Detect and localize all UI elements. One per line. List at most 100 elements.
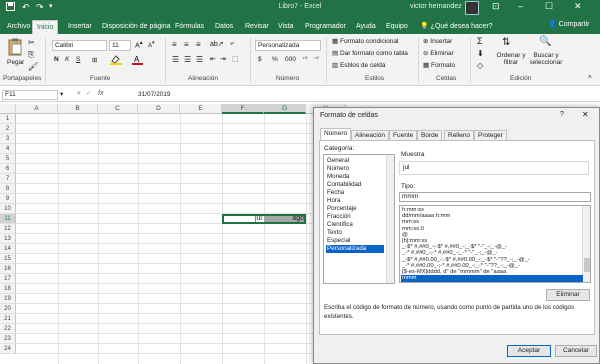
- category-scrollbar[interactable]: [386, 155, 394, 283]
- row-header-17[interactable]: 17: [0, 274, 16, 284]
- font-size-box[interactable]: 11: [109, 40, 131, 51]
- tab-revisar[interactable]: Revisar: [241, 20, 273, 34]
- decrease-font-icon[interactable]: A▾: [148, 40, 155, 49]
- type-input[interactable]: mmm: [399, 192, 591, 202]
- align-center-icon[interactable]: ☰: [184, 55, 191, 64]
- row-header-3[interactable]: 3: [0, 134, 16, 144]
- row-header-14[interactable]: 14: [0, 244, 16, 254]
- format-as-table-button[interactable]: ▤ Dar formato como tabla: [332, 49, 408, 57]
- delete-cells-button[interactable]: ⊖ Eliminar: [423, 49, 454, 57]
- cell-styles-button[interactable]: ▥ Estilos de celda: [332, 61, 386, 69]
- borders-icon[interactable]: ⊞: [92, 56, 97, 64]
- wrap-text-icon[interactable]: ⤶: [230, 40, 234, 48]
- minimize-icon[interactable]: –: [518, 1, 523, 11]
- align-top-icon[interactable]: ≡: [172, 40, 177, 49]
- formula-input[interactable]: 31/07/2019: [138, 91, 171, 98]
- category-item[interactable]: Texto: [326, 229, 384, 237]
- cut-icon[interactable]: ✂: [28, 38, 35, 47]
- underline-button[interactable]: S: [76, 56, 80, 63]
- sort-filter-icon[interactable]: ⇅: [502, 37, 510, 48]
- column-header-b[interactable]: B: [58, 104, 98, 114]
- insert-function-icon[interactable]: fx: [98, 90, 103, 97]
- row-header-15[interactable]: 15: [0, 254, 16, 264]
- ribbon-display-icon[interactable]: ⊡: [492, 1, 500, 12]
- cancel-entry-icon[interactable]: ✕: [76, 89, 81, 97]
- row-header-20[interactable]: 20: [0, 304, 16, 314]
- tab-ayuda[interactable]: Ayuda: [352, 20, 380, 34]
- insert-cells-button[interactable]: ⊕ Insertar: [423, 37, 452, 45]
- dialog-close-icon[interactable]: ✕: [582, 110, 589, 119]
- collapse-ribbon-icon[interactable]: ˄: [588, 74, 592, 81]
- copy-icon[interactable]: ⎘: [28, 50, 34, 60]
- confirm-entry-icon[interactable]: ✓: [86, 89, 91, 97]
- cell-f11[interactable]: jul: [222, 214, 264, 223]
- category-item[interactable]: Número: [326, 165, 384, 173]
- type-scrollbar-thumb[interactable]: [584, 258, 590, 272]
- format-cells-button[interactable]: ▦ Formato: [423, 61, 455, 69]
- category-item[interactable]: Porcentaje: [326, 205, 384, 213]
- row-header-23[interactable]: 23: [0, 334, 16, 344]
- category-item[interactable]: Científica: [326, 221, 384, 229]
- format-painter-icon[interactable]: 🖌: [28, 62, 38, 71]
- currency-button[interactable]: $: [258, 56, 262, 63]
- align-middle-icon[interactable]: ≡: [184, 40, 189, 49]
- align-bottom-icon[interactable]: ≡: [196, 40, 201, 49]
- column-header-a[interactable]: A: [16, 104, 58, 114]
- column-header-e[interactable]: E: [180, 104, 222, 114]
- select-all-corner[interactable]: [0, 104, 16, 114]
- category-item[interactable]: Contabilidad: [326, 181, 384, 189]
- category-item[interactable]: Especial: [326, 237, 384, 245]
- sort-filter-label[interactable]: Ordenar y filtrar: [496, 52, 526, 66]
- decrease-decimal-icon[interactable]: ⁻⁰: [313, 56, 319, 63]
- name-box-dropdown-icon[interactable]: ▾: [60, 90, 63, 98]
- increase-decimal-icon[interactable]: ⁺⁰: [302, 56, 308, 63]
- italic-button[interactable]: K: [65, 56, 69, 63]
- row-header-4[interactable]: 4: [0, 144, 16, 154]
- orientation-icon[interactable]: ab↗: [210, 40, 224, 48]
- column-header-d[interactable]: D: [138, 104, 180, 114]
- increase-font-icon[interactable]: A▴: [135, 40, 143, 49]
- row-header-2[interactable]: 2: [0, 124, 16, 134]
- row-header-19[interactable]: 19: [0, 294, 16, 304]
- column-header-f[interactable]: F: [222, 104, 264, 114]
- font-color-icon[interactable]: A: [132, 54, 143, 67]
- row-header-12[interactable]: 12: [0, 224, 16, 234]
- tab-archivo[interactable]: Archivo: [3, 20, 34, 34]
- tellme-search[interactable]: 💡 ¿Qué desea hacer?: [416, 20, 497, 34]
- maximize-icon[interactable]: ☐: [545, 1, 553, 12]
- cell-g11[interactable]: ago: [264, 214, 306, 223]
- tab-disposicion[interactable]: Disposición de página: [98, 20, 175, 34]
- align-right-icon[interactable]: ☰: [196, 55, 203, 64]
- thousands-button[interactable]: 000: [285, 56, 296, 63]
- fill-icon[interactable]: ⬇: [477, 49, 484, 58]
- clear-icon[interactable]: ◇: [477, 61, 483, 70]
- column-header-g[interactable]: G: [264, 104, 306, 114]
- row-header-9[interactable]: 9: [0, 194, 16, 204]
- row-header-10[interactable]: 10: [0, 204, 16, 214]
- indent-decrease-icon[interactable]: ⇤: [210, 55, 216, 63]
- row-header-5[interactable]: 5: [0, 154, 16, 164]
- align-left-icon[interactable]: ☰: [172, 55, 179, 64]
- fill-color-icon[interactable]: [110, 55, 122, 67]
- tab-inicio[interactable]: Inicio: [32, 20, 59, 34]
- find-icon[interactable]: 🔍: [539, 36, 551, 47]
- conditional-format-button[interactable]: ▦ Formato condicional: [332, 37, 399, 45]
- tab-equipo[interactable]: Equipo: [382, 20, 412, 34]
- cancel-button[interactable]: Cancelar: [555, 345, 597, 357]
- category-item[interactable]: Fracción: [326, 213, 384, 221]
- help-icon[interactable]: ?: [560, 111, 564, 118]
- user-name[interactable]: victor hernandez: [410, 3, 462, 10]
- row-header-6[interactable]: 6: [0, 164, 16, 174]
- close-icon[interactable]: ✕: [574, 1, 582, 12]
- tab-datos[interactable]: Datos: [211, 20, 237, 34]
- category-list[interactable]: General Número Moneda Contabilidad Fecha Hora…: [323, 154, 395, 284]
- row-header-11[interactable]: 11: [0, 214, 16, 224]
- row-header-18[interactable]: 18: [0, 284, 16, 294]
- row-header-16[interactable]: 16: [0, 264, 16, 274]
- autosum-icon[interactable]: Σ: [477, 36, 483, 46]
- row-header-21[interactable]: 21: [0, 314, 16, 324]
- paste-label[interactable]: Pegar: [7, 59, 24, 66]
- merge-icon[interactable]: ⬚: [232, 55, 239, 63]
- type-list[interactable]: h:mm:ss dd/mm/aaaa h:mm mm:ss mm:ss.0 @ [h]:m…: [399, 205, 591, 283]
- delete-format-button[interactable]: Eliminar: [546, 289, 590, 301]
